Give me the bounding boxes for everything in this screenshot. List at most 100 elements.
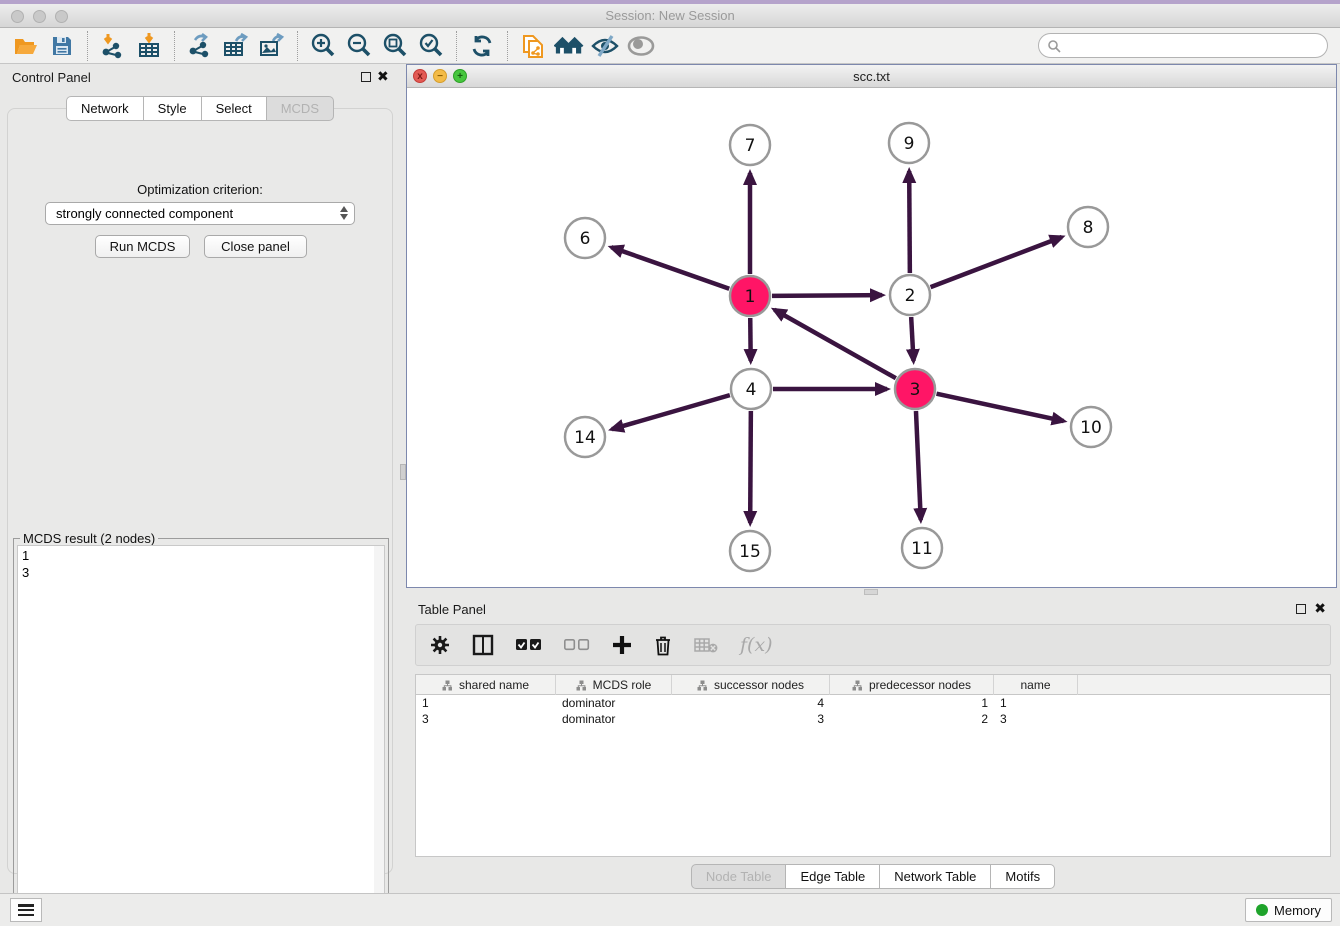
tab-network-table[interactable]: Network Table [880, 864, 991, 889]
close-panel-button[interactable]: Close panel [204, 235, 307, 258]
graph-node-label: 7 [745, 136, 756, 156]
list-icon [18, 904, 34, 916]
status-bar: Memory [0, 893, 1340, 926]
toolbar-separator [87, 31, 88, 61]
float-panel-icon[interactable] [361, 72, 371, 82]
import-network-icon[interactable] [98, 31, 128, 61]
graph-edge-3-10[interactable] [937, 394, 1064, 421]
function-icon[interactable]: f(x) [740, 634, 773, 656]
graph-node-label: 2 [905, 286, 916, 306]
column-type-icon [442, 680, 453, 691]
import-table-icon[interactable] [134, 31, 164, 61]
export-network-icon[interactable] [185, 31, 215, 61]
task-history-button[interactable] [10, 898, 42, 922]
main-toolbar [0, 28, 1340, 64]
graph-edge-2-9[interactable] [909, 171, 910, 273]
toolbar-separator [297, 31, 298, 61]
network-view-window: x − + scc.txt 7968124314101511 [406, 64, 1337, 588]
clone-network-icon[interactable] [518, 31, 548, 61]
tab-edge-table[interactable]: Edge Table [786, 864, 880, 889]
table-row[interactable]: 1dominator411 [416, 695, 1330, 711]
graph-edge-4-15[interactable] [750, 411, 751, 523]
graph-node-label: 14 [574, 428, 596, 448]
tab-style[interactable]: Style [144, 96, 202, 121]
graph-node-label: 3 [910, 380, 921, 400]
graph-edge-3-1[interactable] [774, 310, 895, 378]
window-titlebar[interactable]: Session: New Session [0, 4, 1340, 28]
search-input[interactable] [1038, 33, 1328, 58]
zoom-fit-icon[interactable] [380, 31, 410, 61]
application-window: Session: New Session [0, 0, 1340, 926]
column-header[interactable]: predecessor nodes [830, 675, 994, 695]
open-file-icon[interactable] [11, 31, 41, 61]
toolbar-separator [507, 31, 508, 61]
table-rows: 1dominator4113dominator323 [416, 695, 1330, 727]
close-panel-icon[interactable]: ✖ [1314, 600, 1326, 617]
column-header[interactable]: MCDS role [556, 675, 672, 695]
mcds-result-title: MCDS result (2 nodes) [20, 531, 158, 546]
column-type-icon [576, 680, 587, 691]
refresh-icon[interactable] [467, 31, 497, 61]
graph-edge-2-3[interactable] [911, 317, 913, 361]
zoom-selected-icon[interactable] [416, 31, 446, 61]
result-scrollbar[interactable] [374, 546, 384, 910]
table-header-row: shared nameMCDS rolesuccessor nodesprede… [416, 675, 1330, 695]
export-table-icon[interactable] [221, 31, 251, 61]
table-panel: Table Panel ✖ [406, 596, 1340, 893]
graph-edge-3-11[interactable] [916, 411, 921, 520]
tab-node-table[interactable]: Node Table [691, 864, 787, 889]
graph-node-label: 6 [580, 229, 591, 249]
eye-icon[interactable] [626, 31, 656, 61]
graph-edge-4-14[interactable] [612, 395, 730, 429]
table-panel-title: Table Panel [418, 602, 486, 617]
column-type-icon [697, 680, 708, 691]
table-panel-header: Table Panel ✖ [406, 596, 1340, 622]
optimization-criterion-label: Optimization criterion: [8, 182, 392, 197]
add-icon[interactable] [612, 635, 632, 655]
table-row[interactable]: 3dominator323 [416, 711, 1330, 727]
search-field[interactable] [1061, 38, 1327, 53]
divider-grip[interactable] [864, 589, 878, 595]
node-table: shared nameMCDS rolesuccessor nodesprede… [415, 674, 1331, 857]
close-panel-icon[interactable]: ✖ [377, 68, 389, 85]
run-mcds-button[interactable]: Run MCDS [95, 235, 190, 258]
column-header[interactable]: name [994, 675, 1078, 695]
window-title: Session: New Session [0, 8, 1340, 23]
deselect-all-icon[interactable] [564, 639, 590, 651]
float-panel-icon[interactable] [1296, 604, 1306, 614]
zoom-in-icon[interactable] [308, 31, 338, 61]
graph-edge-1-2[interactable] [772, 295, 882, 296]
tab-select[interactable]: Select [202, 96, 267, 121]
graph-edge-2-8[interactable] [931, 237, 1062, 287]
control-panel-title: Control Panel [12, 70, 91, 85]
search-icon [1047, 39, 1061, 53]
export-image-icon[interactable] [257, 31, 287, 61]
graph-edge-1-6[interactable] [611, 247, 729, 288]
columns-icon[interactable] [472, 634, 494, 656]
column-header[interactable]: shared name [416, 675, 556, 695]
memory-button[interactable]: Memory [1245, 898, 1332, 922]
eye-slash-icon[interactable] [590, 31, 620, 61]
save-icon[interactable] [47, 31, 77, 61]
network-window-titlebar[interactable]: x − + scc.txt [407, 65, 1336, 88]
gear-icon[interactable] [430, 635, 450, 655]
mcds-result-text[interactable]: 1 3 [17, 545, 385, 911]
horizontal-split-divider[interactable] [406, 588, 1340, 596]
tab-mcds[interactable]: MCDS [267, 96, 334, 121]
tab-motifs[interactable]: Motifs [991, 864, 1055, 889]
criterion-select[interactable]: strongly connected component [45, 202, 355, 225]
network-window-title: scc.txt [407, 69, 1336, 84]
memory-label: Memory [1274, 903, 1321, 918]
control-panel-tabs: NetworkStyleSelectMCDS [0, 96, 400, 121]
tab-network[interactable]: Network [66, 96, 144, 121]
graph-node-label: 10 [1080, 418, 1102, 438]
network-canvas[interactable]: 7968124314101511 [407, 88, 1336, 587]
control-panel: Control Panel ✖ NetworkStyleSelectMCDS O… [0, 64, 400, 882]
select-all-icon[interactable] [516, 639, 542, 651]
toolbar-separator [174, 31, 175, 61]
delete-table-icon[interactable] [694, 637, 718, 653]
trash-icon[interactable] [654, 635, 672, 656]
zoom-out-icon[interactable] [344, 31, 374, 61]
houses-icon[interactable] [554, 31, 584, 61]
column-header[interactable]: successor nodes [672, 675, 830, 695]
